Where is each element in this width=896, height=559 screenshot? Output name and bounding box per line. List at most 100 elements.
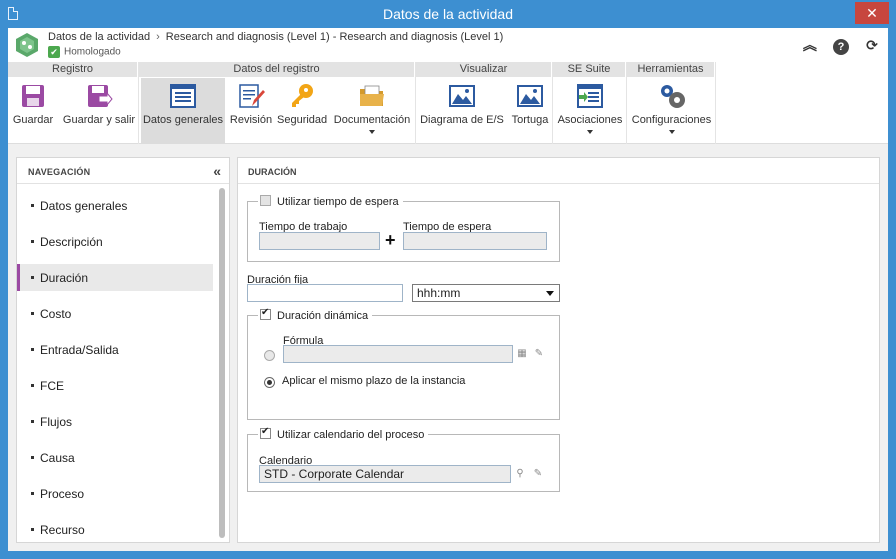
- nav-item-entrada-salida[interactable]: Entrada/Salida: [17, 336, 213, 363]
- save-exit-button[interactable]: Guardar y salir: [60, 78, 138, 144]
- io-diagram-button[interactable]: Diagrama de E/S: [418, 78, 506, 144]
- same-term-label: Aplicar el mismo plazo de la instancia: [282, 375, 466, 387]
- breadcrumb-root[interactable]: Datos de la actividad: [48, 31, 150, 43]
- ribbon-group-title: Datos del registro: [139, 62, 415, 77]
- nav-item-causa[interactable]: Causa: [17, 444, 213, 471]
- dropdown-arrow-icon: [369, 130, 375, 134]
- header-toolbar: ︽ ? ⟳: [790, 37, 880, 55]
- collapse-nav-icon[interactable]: «: [213, 163, 221, 179]
- ribbon-group-title: Herramientas: [627, 62, 715, 77]
- approved-check-icon: ✔: [48, 46, 60, 58]
- nav-item-descripcion[interactable]: Descripción: [17, 228, 213, 255]
- status-badge: ✔ Homologado: [48, 46, 121, 58]
- associations-button[interactable]: Asociaciones: [555, 78, 625, 144]
- nav-item-datos-generales[interactable]: Datos generales: [17, 192, 213, 219]
- save-label: Guardar: [12, 114, 54, 126]
- help-icon[interactable]: ?: [832, 39, 849, 55]
- wait-time-group: Utilizar tiempo de espera Tiempo de trab…: [247, 195, 560, 262]
- nav-item-proceso[interactable]: Proceso: [17, 480, 213, 507]
- navigation-title: NAVEGACIÓN: [28, 167, 91, 177]
- fixed-duration-input[interactable]: [247, 284, 403, 302]
- form-list-icon: [170, 84, 196, 108]
- calendar-legend: Utilizar calendario del proceso: [258, 426, 429, 441]
- nav-item-label: Flujos: [40, 415, 73, 429]
- collapse-header-icon[interactable]: ︽: [802, 37, 818, 53]
- eraser-icon[interactable]: ✎: [532, 347, 546, 361]
- nav-item-fce[interactable]: FCE: [17, 372, 213, 399]
- nav-item-label: Entrada/Salida: [40, 343, 119, 357]
- nav-item-label: FCE: [40, 379, 64, 393]
- security-label: Seguridad: [277, 114, 328, 126]
- wait-time-input[interactable]: [403, 232, 547, 250]
- bullet-icon: [31, 312, 34, 315]
- wait-time-legend: Utilizar tiempo de espera: [258, 195, 403, 208]
- process-calendar-checkbox[interactable]: [260, 426, 271, 439]
- documentation-label: Documentación: [333, 114, 411, 126]
- duration-panel: DURACIÓN Utilizar tiempo de espera Tiemp…: [237, 157, 880, 543]
- bullet-icon: [31, 384, 34, 387]
- breadcrumb-separator: ›: [156, 31, 160, 43]
- nav-item-recurso[interactable]: Recurso: [17, 516, 213, 542]
- nav-item-label: Descripción: [40, 235, 103, 249]
- bullet-icon: [31, 240, 34, 243]
- bullet-icon: [31, 528, 34, 531]
- nav-item-label: Causa: [40, 451, 75, 465]
- eraser-icon[interactable]: ✎: [531, 467, 545, 481]
- breadcrumb-current: Research and diagnosis (Level 1) - Resea…: [165, 31, 504, 43]
- search-icon[interactable]: ⚲: [513, 467, 527, 481]
- refresh-icon[interactable]: ⟳: [864, 37, 880, 53]
- wait-time-checkbox[interactable]: [260, 195, 271, 206]
- same-term-radio[interactable]: [264, 377, 275, 388]
- close-window-button[interactable]: ✕: [855, 2, 889, 24]
- calendar-legend-label: Utilizar calendario del proceso: [277, 429, 425, 441]
- calendar-group: Utilizar calendario del proceso Calendar…: [247, 426, 560, 492]
- window-titlebar: Datos de la actividad ✕: [0, 0, 896, 28]
- nav-item-label: Duración: [40, 271, 89, 285]
- documentation-button[interactable]: Documentación: [331, 78, 413, 144]
- associations-label: Asociaciones: [557, 114, 623, 126]
- ribbon-group-se-suite: SE Suite Asociaciones: [553, 62, 627, 144]
- content-title: DURACIÓN: [248, 167, 297, 177]
- nav-scrollbar[interactable]: [219, 188, 225, 538]
- revision-button[interactable]: Revisión: [227, 78, 275, 144]
- settings-button[interactable]: Configuraciones: [629, 78, 714, 144]
- work-time-input[interactable]: [259, 232, 380, 250]
- picture-icon: [517, 85, 543, 107]
- dynamic-duration-checkbox[interactable]: [260, 307, 271, 320]
- formula-radio[interactable]: [264, 350, 275, 361]
- window-client: Datos de la actividad › Research and diagn…: [8, 28, 888, 551]
- app-header: Datos de la actividad › Research and diagn…: [8, 28, 888, 62]
- bullet-icon: [31, 492, 34, 495]
- revision-pencil-icon: [239, 84, 265, 108]
- window-title: Datos de la actividad: [383, 6, 513, 22]
- ribbon-group-herramientas: Herramientas Configuraciones: [627, 62, 716, 144]
- dynamic-duration-group: Duración dinámica Fórmula ▦ ✎ Aplicar el…: [247, 307, 560, 420]
- dynamic-duration-legend: Duración dinámica: [258, 307, 373, 322]
- save-exit-icon: [88, 85, 113, 107]
- nav-item-label: Datos generales: [40, 199, 128, 213]
- picture-icon: [449, 85, 475, 107]
- nav-item-flujos[interactable]: Flujos: [17, 408, 213, 435]
- nav-item-costo[interactable]: Costo: [17, 300, 213, 327]
- nav-item-duracion[interactable]: Duración: [17, 264, 213, 291]
- formula-input[interactable]: [283, 345, 513, 363]
- folder-documents-icon: [360, 85, 384, 106]
- key-icon: [292, 84, 313, 107]
- general-data-button[interactable]: Datos generales: [141, 78, 225, 144]
- associations-icon: [577, 84, 603, 108]
- ribbon-group-registro: Registro Guardar Guardar y salir: [8, 62, 139, 144]
- ribbon-group-title: Registro: [8, 62, 138, 77]
- calendar-input[interactable]: STD - Corporate Calendar: [259, 465, 511, 483]
- turtle-button[interactable]: Tortuga: [508, 78, 552, 144]
- calculator-icon[interactable]: ▦: [515, 347, 529, 361]
- floppy-disk-icon: [22, 85, 44, 107]
- duration-unit-select[interactable]: hhh:mm: [412, 284, 560, 302]
- save-button[interactable]: Guardar: [8, 78, 58, 144]
- ribbon-group-title: SE Suite: [553, 62, 626, 77]
- dropdown-arrow-icon: [668, 130, 675, 134]
- navigation-panel: NAVEGACIÓN « Datos generales Descripción…: [16, 157, 230, 543]
- security-button[interactable]: Seguridad: [277, 78, 327, 144]
- nav-item-label: Costo: [40, 307, 72, 321]
- chevron-down-icon: [546, 291, 554, 296]
- io-diagram-label: Diagrama de E/S: [420, 114, 504, 126]
